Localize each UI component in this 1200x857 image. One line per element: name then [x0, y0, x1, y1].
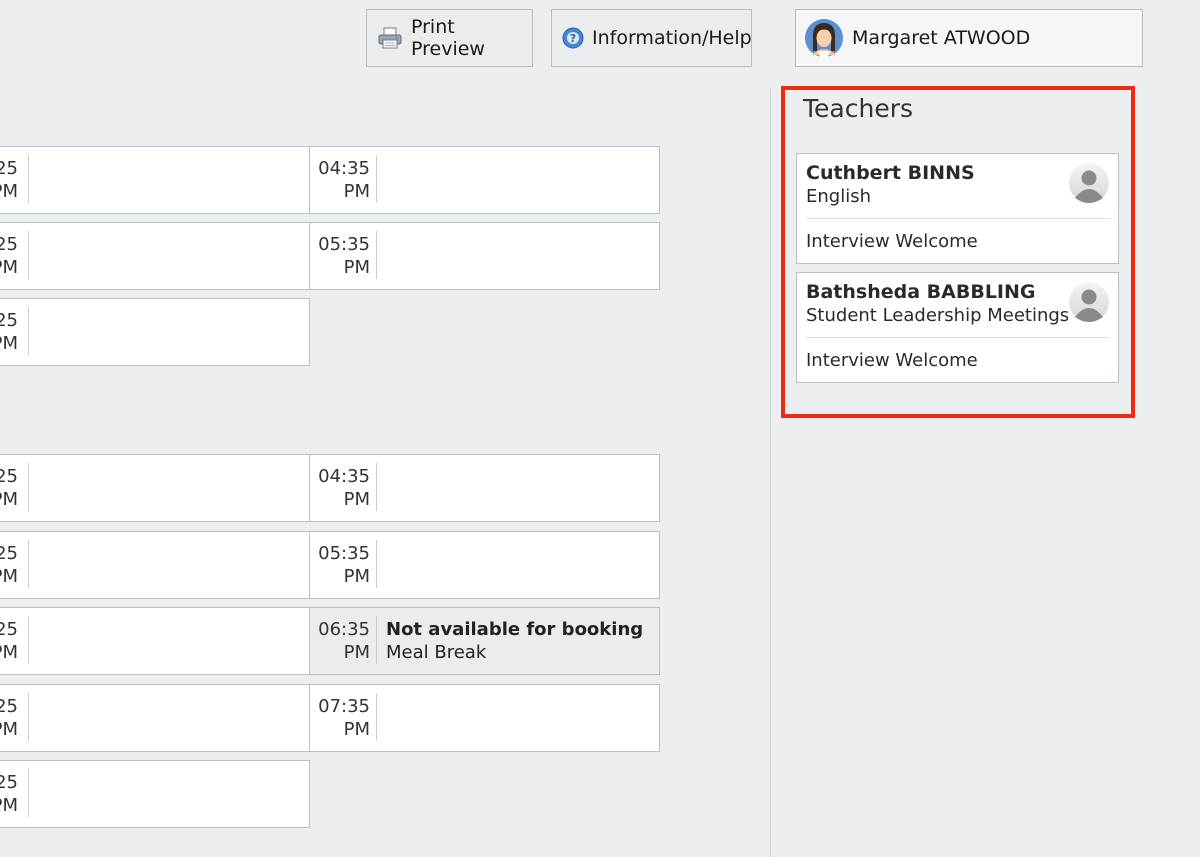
slot-ampm: PM — [343, 566, 370, 587]
printer-icon — [377, 26, 403, 50]
slot-divider — [28, 693, 29, 741]
time-slot[interactable]: 25PM — [0, 607, 310, 675]
user-avatar-icon — [804, 17, 844, 59]
time-slot[interactable]: 25PM — [0, 760, 310, 828]
print-preview-label: Print Preview — [411, 16, 485, 60]
card-separator — [806, 218, 1110, 219]
slot-ampm: PM — [343, 642, 370, 663]
panel-divider — [770, 88, 771, 857]
teacher-subject: English — [806, 186, 871, 207]
slot-divider — [376, 155, 377, 203]
slot-time: 05:35 — [318, 234, 370, 255]
slot-time: 25 — [0, 466, 18, 487]
slot-divider — [28, 540, 29, 588]
teacher-card[interactable]: Cuthbert BINNS English Interview Welcome — [796, 153, 1119, 264]
slot-ampm: PM — [0, 719, 18, 740]
information-help-button[interactable]: ? Information/Help — [551, 9, 752, 67]
slot-ampm: PM — [0, 489, 18, 510]
teacher-name: Cuthbert BINNS — [806, 162, 975, 184]
time-slot[interactable]: 07:35 PM — [309, 684, 660, 752]
interview-welcome-link[interactable]: Interview Welcome — [806, 350, 978, 371]
slot-divider — [376, 540, 377, 588]
time-slot[interactable]: 25PM — [0, 222, 310, 290]
slot-divider — [376, 231, 377, 279]
slot-divider — [28, 231, 29, 279]
slot-ampm: PM — [0, 795, 18, 816]
slot-time: 25 — [0, 696, 18, 717]
slot-divider — [28, 616, 29, 664]
slot-time: 07:35 — [318, 696, 370, 717]
time-slot[interactable]: 04:35 PM — [309, 454, 660, 522]
teachers-panel: Teachers Cuthbert BINNS English Intervie… — [781, 86, 1135, 418]
slot-time: 06:35 — [318, 619, 370, 640]
slot-time: 04:35 — [318, 158, 370, 179]
slot-ampm: PM — [343, 257, 370, 278]
slot-ampm: PM — [343, 719, 370, 740]
slot-ampm: PM — [0, 333, 18, 354]
slot-ampm: PM — [0, 566, 18, 587]
slot-time: 25 — [0, 234, 18, 255]
teacher-card[interactable]: Bathsheda BABBLING Student Leadership Me… — [796, 272, 1119, 383]
user-menu-button[interactable]: Margaret ATWOOD — [795, 9, 1143, 67]
information-help-label: Information/Help — [592, 27, 752, 49]
slot-time: 25 — [0, 310, 18, 331]
slot-ampm: PM — [0, 257, 18, 278]
slot-time: 25 — [0, 772, 18, 793]
slot-time: 25 — [0, 158, 18, 179]
slot-time: 25 — [0, 543, 18, 564]
time-slot[interactable]: 05:35 PM — [309, 531, 660, 599]
slot-status: Not available for booking — [386, 619, 644, 640]
time-slot[interactable]: 05:35 PM — [309, 222, 660, 290]
help-icon: ? — [562, 27, 584, 49]
teacher-subject: Student Leadership Meetings — [806, 305, 1070, 326]
slot-time: 04:35 — [318, 466, 370, 487]
slot-divider — [376, 463, 377, 511]
slot-ampm: PM — [0, 181, 18, 202]
time-slot[interactable]: 25PM — [0, 454, 310, 522]
teacher-name: Bathsheda BABBLING — [806, 281, 1036, 303]
slot-time: 05:35 — [318, 543, 370, 564]
slot-divider — [28, 463, 29, 511]
teacher-avatar-icon — [1068, 281, 1110, 323]
svg-text:?: ? — [570, 32, 576, 45]
time-slot[interactable]: 25PM — [0, 146, 310, 214]
print-preview-button[interactable]: Print Preview — [366, 9, 533, 67]
time-slot[interactable]: 04:35 PM — [309, 146, 660, 214]
time-slot[interactable]: 25PM — [0, 298, 310, 366]
slot-divider — [376, 616, 377, 664]
slot-ampm: PM — [0, 642, 18, 663]
time-slot[interactable]: 25PM — [0, 684, 310, 752]
teacher-avatar-icon — [1068, 162, 1110, 204]
slot-time: 25 — [0, 619, 18, 640]
time-slot[interactable]: 25PM — [0, 531, 310, 599]
slot-ampm: PM — [343, 181, 370, 202]
user-name: Margaret ATWOOD — [852, 27, 1031, 49]
slot-divider — [28, 155, 29, 203]
interview-welcome-link[interactable]: Interview Welcome — [806, 231, 978, 252]
slot-reason: Meal Break — [386, 642, 487, 663]
slot-divider — [376, 693, 377, 741]
slot-ampm: PM — [343, 489, 370, 510]
teachers-panel-title: Teachers — [803, 94, 913, 123]
slot-divider — [28, 307, 29, 355]
slot-divider — [28, 769, 29, 817]
card-separator — [806, 337, 1110, 338]
unavailable-time-slot: 06:35 PM Not available for booking Meal B… — [309, 607, 660, 675]
